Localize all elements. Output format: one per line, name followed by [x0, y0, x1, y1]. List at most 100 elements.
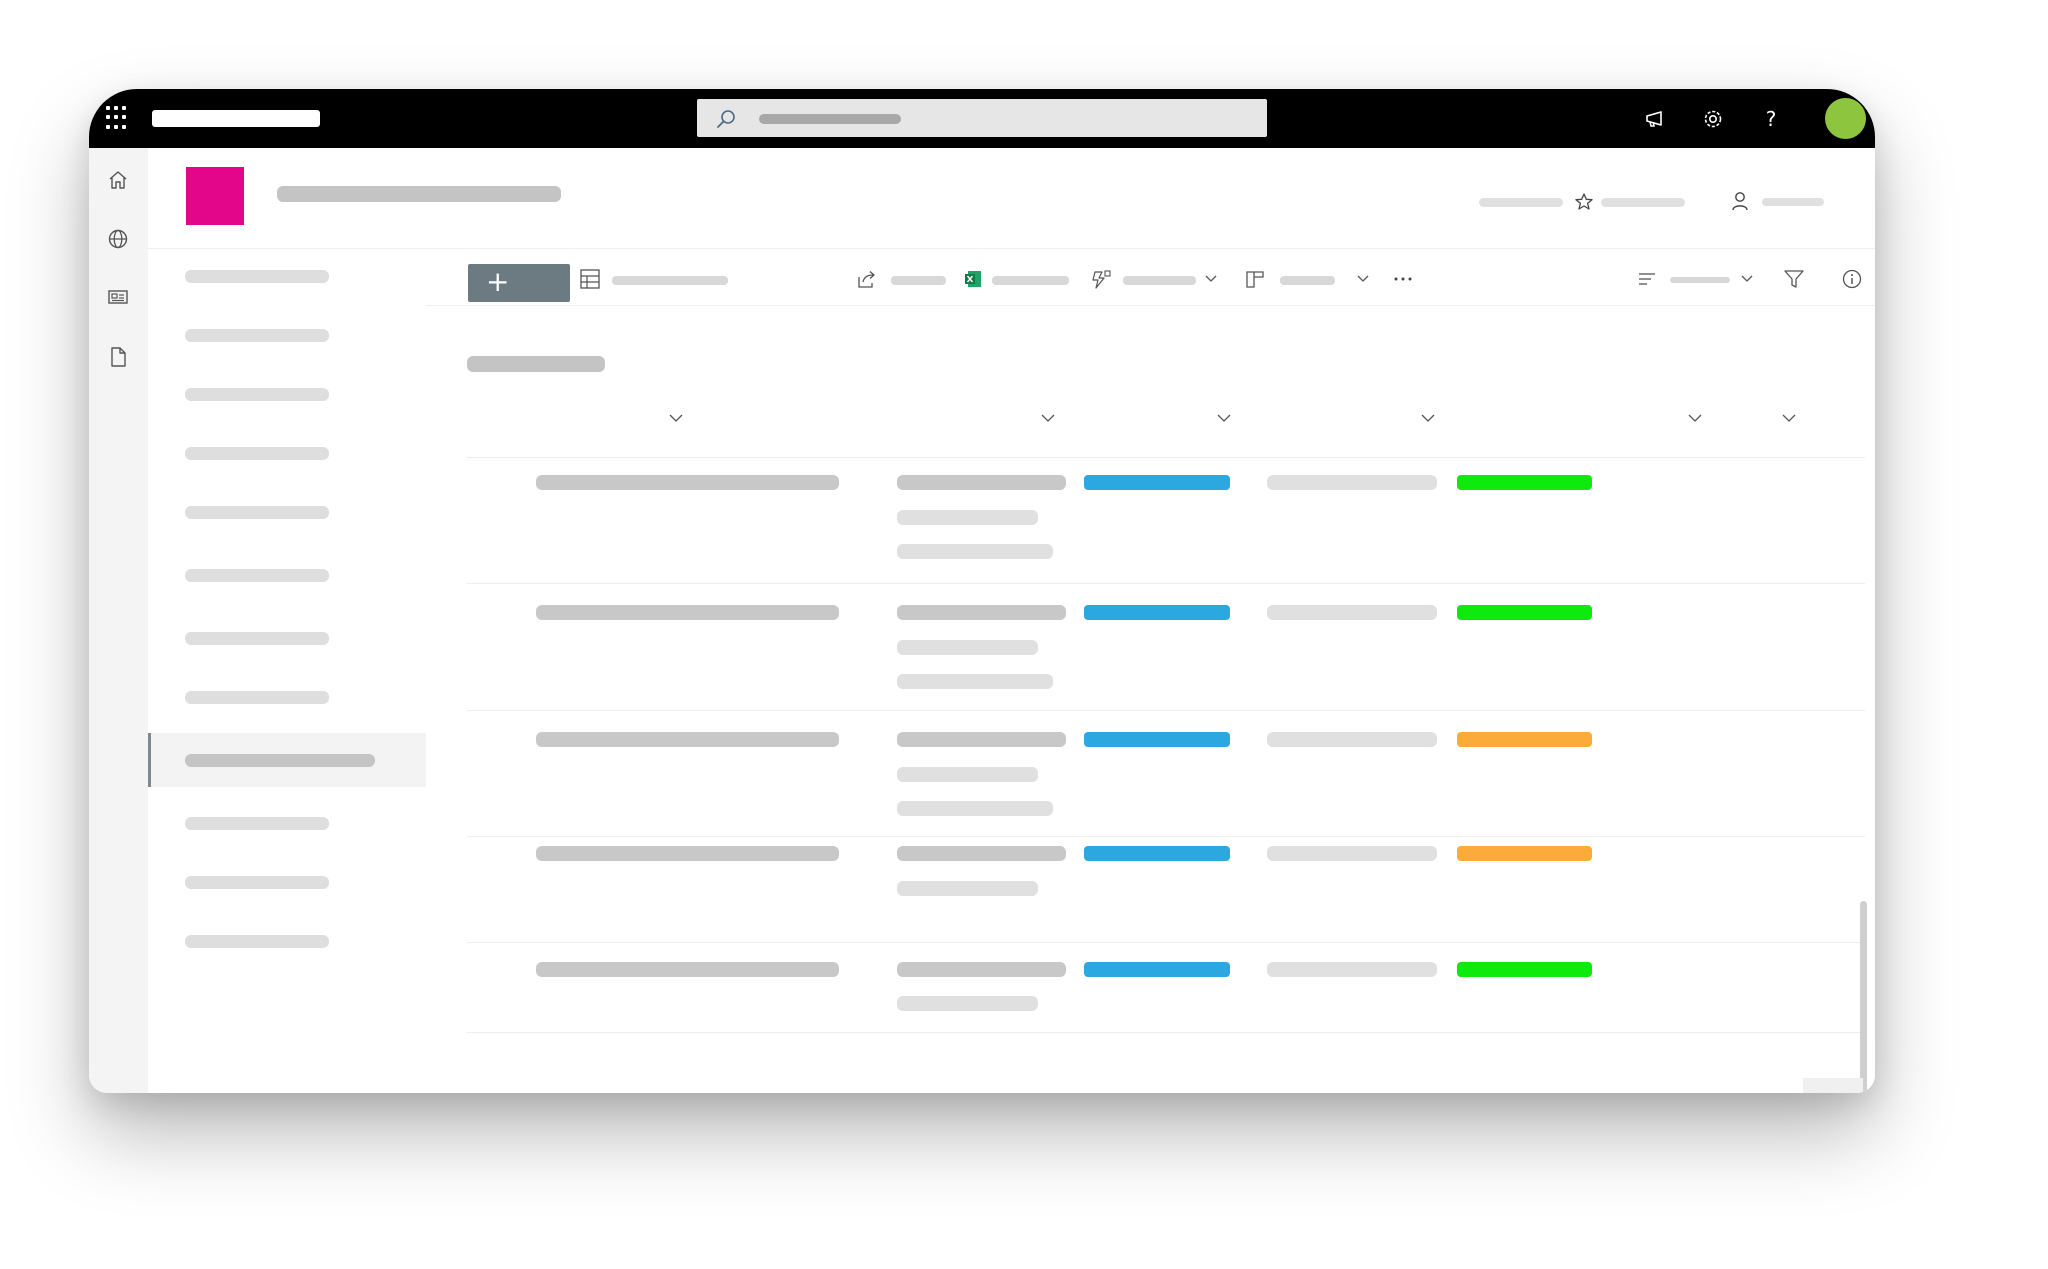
scroll-corner: [1803, 1078, 1863, 1093]
view-options-menu[interactable]: [1636, 266, 1756, 292]
nav-item-active[interactable]: [148, 733, 426, 787]
row-detail: [897, 767, 1038, 782]
category-tag: [1084, 605, 1230, 620]
row-title[interactable]: [536, 475, 839, 490]
board-icon: [1246, 271, 1264, 288]
app-window: ? +: [89, 89, 1875, 1093]
automate-icon: [1092, 270, 1111, 289]
category-tag: [1084, 732, 1230, 747]
column-header-assigned[interactable]: [1418, 411, 1438, 425]
grid-view-icon: [580, 269, 600, 289]
nav-item[interactable]: [148, 611, 426, 665]
nav-item[interactable]: [148, 367, 426, 421]
app-rail: [89, 148, 148, 1093]
person-icon[interactable]: [1730, 190, 1750, 212]
table-row[interactable]: [467, 584, 1865, 711]
table-row[interactable]: [467, 837, 1865, 943]
nav-item[interactable]: [148, 485, 426, 539]
export-excel-button[interactable]: [962, 266, 1072, 292]
nav-item[interactable]: [148, 855, 426, 909]
status-badge: [1457, 962, 1592, 977]
assigned-to: [1267, 846, 1437, 861]
row-detail: [897, 801, 1053, 816]
search-input[interactable]: [759, 114, 901, 124]
avatar[interactable]: [1825, 98, 1866, 139]
follow-button[interactable]: [1601, 198, 1685, 207]
table-row[interactable]: [467, 458, 1865, 584]
status-badge: [1457, 605, 1592, 620]
nav-item[interactable]: [148, 426, 426, 480]
app-launcher-icon[interactable]: [106, 106, 130, 130]
nav-item[interactable]: [148, 796, 426, 850]
column-header-title[interactable]: [666, 411, 686, 425]
share-button[interactable]: [856, 266, 946, 292]
nav-item[interactable]: [148, 670, 426, 724]
category-tag: [1084, 962, 1230, 977]
column-header-category[interactable]: [1214, 411, 1234, 425]
megaphone-icon[interactable]: [1642, 106, 1668, 132]
news-icon[interactable]: [106, 285, 130, 309]
info-icon[interactable]: [1841, 268, 1863, 290]
chevron-down-icon: [1357, 275, 1369, 282]
site-logo[interactable]: [186, 167, 244, 225]
excel-icon: [965, 271, 981, 287]
assigned-to: [1267, 962, 1437, 977]
row-detail: [897, 475, 1066, 490]
row-detail: [897, 881, 1038, 896]
site-header: [148, 148, 1875, 249]
nav-item[interactable]: [148, 308, 426, 362]
site-navigation: [148, 249, 427, 1093]
suite-bar: ?: [89, 89, 1875, 148]
search-box[interactable]: [697, 99, 1267, 137]
list-title: [467, 356, 605, 372]
column-header-more[interactable]: [1779, 411, 1799, 425]
new-button[interactable]: +: [468, 264, 570, 302]
row-detail: [897, 846, 1066, 861]
assigned-to: [1267, 605, 1437, 620]
row-detail: [897, 640, 1038, 655]
more-icon[interactable]: [1391, 268, 1415, 290]
help-icon[interactable]: ?: [1758, 106, 1784, 132]
assigned-to: [1267, 475, 1437, 490]
globe-icon[interactable]: [106, 227, 130, 251]
row-title[interactable]: [536, 605, 839, 620]
document-icon[interactable]: [106, 345, 130, 369]
table-row[interactable]: [467, 711, 1865, 837]
share-icon: [858, 271, 875, 288]
nav-item[interactable]: [148, 914, 426, 968]
row-title[interactable]: [536, 732, 839, 747]
nav-item[interactable]: [148, 249, 426, 303]
assigned-to: [1267, 732, 1437, 747]
edit-grid-view-button[interactable]: [579, 266, 729, 292]
site-title[interactable]: [277, 186, 561, 202]
filter-icon[interactable]: [1783, 268, 1805, 290]
list-view: [426, 306, 1875, 1093]
table-row[interactable]: [467, 943, 1865, 1033]
integrate-menu[interactable]: [1244, 266, 1374, 292]
status-badge: [1457, 732, 1592, 747]
column-header-status[interactable]: [1685, 411, 1705, 425]
row-detail: [897, 732, 1066, 747]
vertical-scrollbar[interactable]: [1860, 901, 1867, 1093]
command-bar: +: [426, 249, 1875, 306]
column-header-details[interactable]: [1038, 411, 1058, 425]
chevron-down-icon: [1205, 275, 1217, 282]
row-detail: [897, 510, 1038, 525]
star-icon[interactable]: [1574, 192, 1594, 212]
gear-icon[interactable]: [1700, 106, 1726, 132]
svg-text:?: ?: [1766, 107, 1777, 131]
status-badge: [1457, 475, 1592, 490]
automate-menu[interactable]: [1090, 266, 1220, 292]
row-detail: [897, 544, 1053, 559]
home-icon[interactable]: [106, 168, 130, 192]
app-name-placeholder[interactable]: [152, 110, 320, 127]
nav-item[interactable]: [148, 548, 426, 602]
members-button[interactable]: [1762, 198, 1824, 206]
sort-icon: [1639, 273, 1655, 285]
row-detail: [897, 962, 1066, 977]
follow-status: [1479, 198, 1563, 207]
row-detail: [897, 605, 1066, 620]
row-title[interactable]: [536, 962, 839, 977]
row-title[interactable]: [536, 846, 839, 861]
search-icon: [717, 110, 735, 128]
